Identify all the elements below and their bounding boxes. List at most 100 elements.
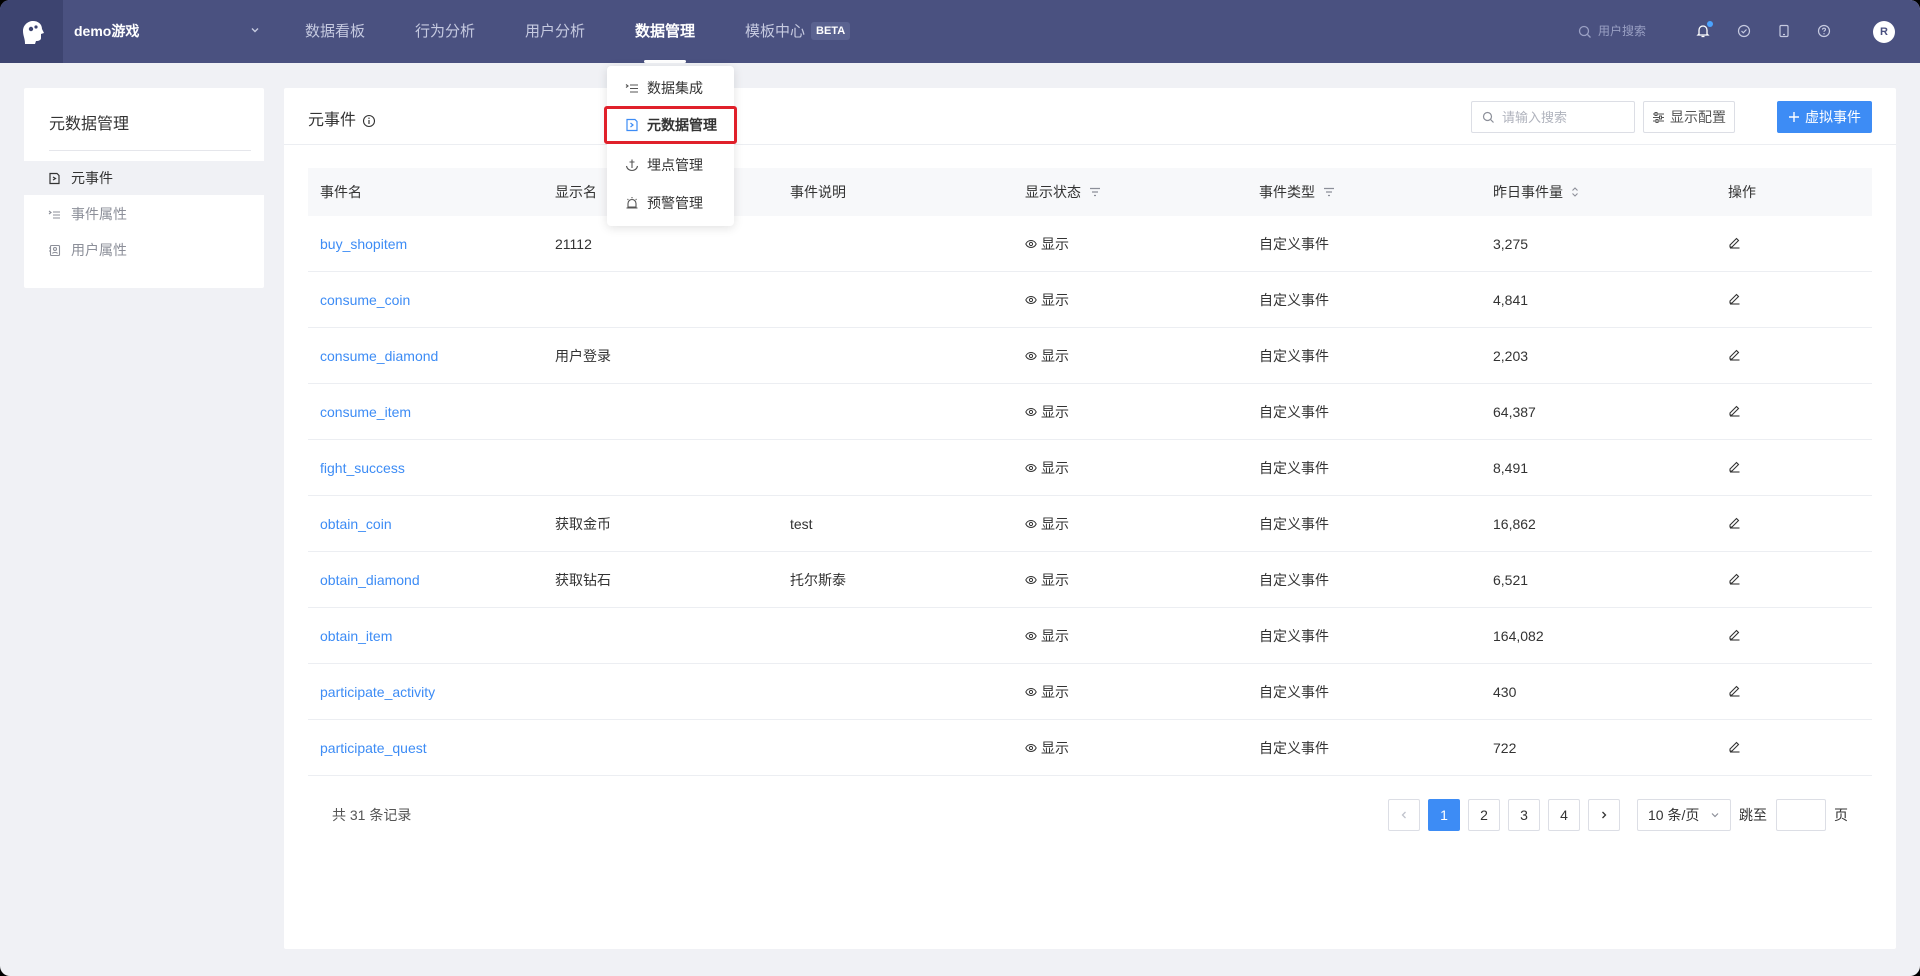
nav-user-analysis[interactable]: 用户分析 — [525, 0, 585, 63]
event-name-link[interactable]: obtain_diamond — [308, 572, 543, 588]
status-cell: 显示 — [1013, 458, 1247, 478]
status-badge: 显示 — [1025, 514, 1247, 534]
avatar[interactable]: R — [1873, 21, 1895, 43]
page-button-2[interactable]: 2 — [1468, 799, 1500, 831]
display-name-cell: 21112 — [555, 235, 592, 252]
table-row: buy_shopitem 21112 显示 自定义事件 3,275 — [308, 216, 1872, 272]
search-icon — [1578, 25, 1591, 38]
logo[interactable] — [0, 0, 63, 63]
display-config-button[interactable]: 显示配置 — [1643, 101, 1735, 133]
page-size-select[interactable]: 10 条/页 — [1637, 799, 1731, 831]
edit-button[interactable] — [1728, 292, 1741, 308]
add-virtual-event-button[interactable]: 虚拟事件 — [1777, 101, 1872, 133]
eye-icon — [1025, 631, 1037, 640]
event-type-cell: 自定义事件 — [1259, 739, 1329, 756]
actions-cell — [1716, 628, 1872, 644]
search-input[interactable] — [1502, 109, 1622, 125]
menu-item-metadata-management[interactable]: 元数据管理 — [604, 106, 737, 144]
col-header-event-name: 事件名 — [308, 182, 543, 202]
search-input-wrapper[interactable] — [1471, 101, 1635, 133]
edit-button[interactable] — [1728, 404, 1741, 420]
add-virtual-event-label: 虚拟事件 — [1805, 109, 1861, 125]
sidebar-item-label: 用户属性 — [71, 242, 127, 258]
edit-icon — [1729, 405, 1740, 417]
nav-data-management[interactable]: 数据管理 — [635, 0, 695, 63]
eye-icon — [1025, 519, 1037, 528]
event-type-cell: 自定义事件 — [1259, 459, 1329, 476]
event-name-link[interactable]: participate_quest — [308, 740, 543, 756]
chevron-down-icon[interactable] — [250, 0, 260, 63]
event-name-link[interactable]: obtain_coin — [308, 516, 543, 532]
edit-button[interactable] — [1728, 740, 1741, 756]
list-tree-icon — [48, 210, 60, 219]
status-cell: 显示 — [1013, 346, 1247, 366]
edit-button[interactable] — [1728, 684, 1741, 700]
edit-button[interactable] — [1728, 516, 1741, 532]
event-name-link[interactable]: fight_success — [308, 460, 543, 476]
chevron-down-icon — [1711, 813, 1719, 818]
check-circle-icon[interactable] — [1735, 22, 1753, 40]
status-text: 显示 — [1041, 291, 1069, 308]
prev-page-button[interactable] — [1388, 799, 1420, 831]
bell-icon[interactable] — [1694, 21, 1713, 40]
count-cell: 430 — [1493, 683, 1517, 700]
col-header-display-status: 显示状态 — [1013, 182, 1247, 202]
event-name-link[interactable]: obtain_item — [308, 628, 543, 644]
edit-button[interactable] — [1728, 236, 1741, 252]
event-name-link[interactable]: consume_item — [308, 404, 543, 420]
menu-item-alert-management[interactable]: 预警管理 — [607, 184, 734, 222]
menu-item-tracking-management[interactable]: 埋点管理 — [607, 146, 734, 184]
count-cell: 16,862 — [1493, 515, 1536, 532]
eye-icon — [1025, 407, 1037, 416]
col-header-event-type: 事件类型 — [1247, 182, 1481, 202]
event-type-cell: 自定义事件 — [1259, 291, 1329, 308]
status-badge: 显示 — [1025, 402, 1247, 422]
edit-button[interactable] — [1728, 628, 1741, 644]
sidebar-item-label: 事件属性 — [71, 206, 127, 222]
info-icon[interactable] — [362, 114, 376, 128]
page-button-1[interactable]: 1 — [1428, 799, 1460, 831]
sliders-icon — [1653, 111, 1664, 123]
status-cell: 显示 — [1013, 514, 1247, 534]
event-name-link[interactable]: participate_activity — [308, 684, 543, 700]
next-page-button[interactable] — [1588, 799, 1620, 831]
mobile-icon[interactable] — [1775, 22, 1793, 40]
event-type-cell: 自定义事件 — [1259, 235, 1329, 252]
menu-item-data-integration[interactable]: 数据集成 — [607, 69, 734, 107]
jump-page-input[interactable] — [1776, 799, 1826, 831]
project-name[interactable]: demo游戏 — [74, 0, 139, 63]
edit-button[interactable] — [1728, 348, 1741, 364]
filter-icon[interactable] — [1323, 186, 1335, 198]
document-icon — [626, 118, 638, 132]
nav-data-management-label: 数据管理 — [635, 23, 696, 40]
status-text: 显示 — [1041, 683, 1069, 700]
edit-button[interactable] — [1728, 572, 1741, 588]
filter-icon[interactable] — [1089, 186, 1101, 198]
table-row: obtain_coin 获取金币 test 显示 自定义事件 16,862 — [308, 496, 1872, 552]
sidebar-item-event-properties[interactable]: 事件属性 — [24, 197, 264, 231]
count-cell: 722 — [1493, 739, 1517, 756]
display-name-cell: 获取钻石 — [555, 571, 611, 588]
sidebar: 元数据管理 元事件 事件属性 用户属性 — [24, 88, 264, 288]
col-header-label: 事件名 — [320, 184, 362, 200]
edit-icon — [1729, 237, 1740, 249]
sidebar-item-meta-events[interactable]: 元事件 — [24, 161, 264, 195]
help-icon[interactable] — [1815, 22, 1833, 40]
sort-icon[interactable] — [1571, 186, 1579, 198]
event-name-link[interactable]: consume_coin — [308, 292, 543, 308]
nav-dashboard[interactable]: 数据看板 — [305, 0, 365, 63]
event-name-link[interactable]: consume_diamond — [308, 348, 543, 364]
user-search[interactable]: 用户搜索 — [1578, 0, 1646, 63]
sidebar-item-user-properties[interactable]: 用户属性 — [24, 233, 264, 267]
event-type-cell: 自定义事件 — [1259, 627, 1329, 644]
page-button-3[interactable]: 3 — [1508, 799, 1540, 831]
table-row: participate_quest 显示 自定义事件 722 — [308, 720, 1872, 776]
event-name-link[interactable]: buy_shopitem — [308, 236, 543, 252]
pagination: 1 2 3 4 10 条/页 跳至 页 — [284, 799, 1896, 831]
count-cell: 4,841 — [1493, 291, 1529, 308]
nav-template-center[interactable]: 模板中心 BETA — [745, 0, 851, 63]
edit-button[interactable] — [1728, 460, 1741, 476]
count-cell: 8,491 — [1493, 459, 1529, 476]
nav-behavior-analysis[interactable]: 行为分析 — [415, 0, 475, 63]
page-button-4[interactable]: 4 — [1548, 799, 1580, 831]
